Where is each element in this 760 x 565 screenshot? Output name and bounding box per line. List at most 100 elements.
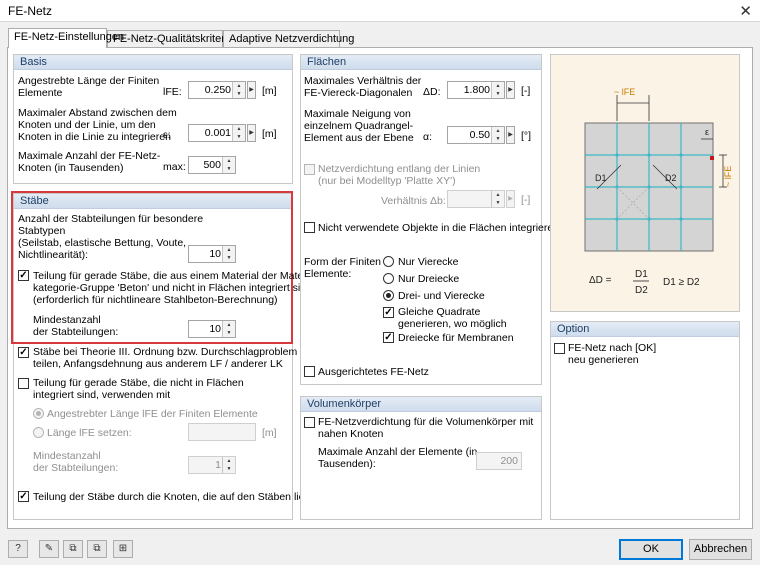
- volumen-max-label: Maximale Anzahl der Elemente (in Tausend…: [318, 446, 478, 470]
- neigung-stepper[interactable]: 0.50 ▲ ▼: [447, 126, 505, 144]
- stepper-arrows-icon[interactable]: ▲ ▼: [232, 125, 245, 141]
- stepper-arrows-icon[interactable]: ▲ ▼: [222, 321, 235, 337]
- netzverdichtung-label: Netzverdichtung entlang der Linien (nur …: [318, 163, 481, 187]
- node-marker: [710, 156, 714, 160]
- basis-length-symbol: lFE:: [163, 86, 182, 98]
- neigung-label: Maximale Neigung von einzelnem Quadrange…: [304, 108, 414, 144]
- radio-angestrebte-laenge[interactable]: [33, 408, 44, 419]
- knoten-teilung-checkbox[interactable]: ✓: [18, 491, 29, 502]
- ausgerichtet-checkbox[interactable]: [304, 366, 315, 377]
- basis-max-nodes-stepper[interactable]: 500 ▲ ▼: [188, 156, 236, 174]
- tab-qualitaetskriterien[interactable]: FE-Netz-Qualitätskriterien: [107, 30, 240, 47]
- copy-icon[interactable]: ⧉: [63, 540, 83, 558]
- radio-drei-und-vierecke[interactable]: [383, 290, 394, 301]
- paste-icon[interactable]: ⧉: [87, 540, 107, 558]
- edit-icon[interactable]: ✎: [39, 540, 59, 558]
- tab-fe-netz-einstellungen[interactable]: FE-Netz-Einstellungen: [8, 28, 124, 48]
- stepper-arrows-icon[interactable]: ▲ ▼: [232, 82, 245, 98]
- drei-und-vierecke-label: Drei- und Vierecke: [398, 290, 485, 302]
- volumen-max-input[interactable]: 200: [476, 452, 522, 470]
- tab-adaptive-netzverdichtung[interactable]: Adaptive Netzverdichtung: [223, 30, 354, 47]
- help-icon[interactable]: ?: [8, 540, 28, 558]
- diagonal-symbol: ΔD:: [423, 86, 441, 98]
- gerade-staebe-checkbox[interactable]: [18, 378, 29, 389]
- basis-distance-symbol: ε:: [163, 129, 171, 141]
- neigung-value: 0.50: [469, 129, 490, 141]
- ausgerichtet-label: Ausgerichtetes FE-Netz: [318, 366, 429, 378]
- laenge-setzen-label: Länge lFE setzen:: [47, 427, 132, 439]
- stepper-arrows-icon[interactable]: ▲ ▼: [222, 157, 235, 173]
- defaults-icon[interactable]: ⊞: [113, 540, 133, 558]
- min-stabteilungen-label: Mindestanzahl der Stabteilungen:: [33, 314, 119, 338]
- radio-nur-dreiecke[interactable]: [383, 273, 394, 284]
- volumen-header: Volumenkörper: [301, 397, 541, 412]
- close-icon[interactable]: ✕: [739, 2, 752, 20]
- basis-distance-label: Maximaler Abstand zwischen dem Knoten un…: [18, 107, 177, 143]
- stepper-arrows-icon[interactable]: ▲ ▼: [222, 457, 235, 473]
- illustration-d2: D2: [665, 173, 677, 183]
- dreiecke-membranen-label: Dreiecke für Membranen: [398, 332, 514, 344]
- volumen-verdichtung-label: FE-Netzverdichtung für die Volumenkörper…: [318, 416, 534, 440]
- illustration-d1: D1: [595, 173, 607, 183]
- diagonal-stepper[interactable]: 1.800 ▲ ▼: [447, 81, 505, 99]
- gerade-staebe-label: Teilung für gerade Stäbe, die nicht in F…: [33, 377, 244, 401]
- regenerate-checkbox[interactable]: [554, 343, 565, 354]
- stepper-arrows-icon[interactable]: ▲ ▼: [491, 191, 504, 207]
- knoten-teilung-label: Teilung der Stäbe durch die Knoten, die …: [33, 491, 322, 503]
- stabteilungen-stepper[interactable]: 10 ▲ ▼: [188, 245, 236, 263]
- stabteilungen-value: 10: [209, 248, 221, 260]
- radio-nur-vierecke[interactable]: [383, 256, 394, 267]
- theorie-label: Stäbe bei Theorie III. Ordnung bzw. Durc…: [33, 346, 298, 370]
- min2-stepper[interactable]: 1 ▲ ▼: [188, 456, 236, 474]
- volumen-verdichtung-checkbox[interactable]: [304, 417, 315, 428]
- neigung-pick-button[interactable]: ▶: [506, 126, 515, 144]
- beton-teilung-checkbox[interactable]: ✓: [18, 270, 29, 281]
- theorie-checkbox[interactable]: ✓: [18, 347, 29, 358]
- unused-objects-label: Nicht verwendete Objekte in die Flächen …: [318, 222, 560, 234]
- unused-objects-checkbox[interactable]: [304, 222, 315, 233]
- basis-distance-stepper[interactable]: 0.001 ▲ ▼: [188, 124, 246, 142]
- cancel-button[interactable]: Abbrechen: [689, 539, 752, 560]
- basis-distance-pick-button[interactable]: ▶: [247, 124, 256, 142]
- basis-max-nodes-label: Maximale Anzahl der FE-Netz- Knoten (in …: [18, 150, 161, 174]
- diagonal-label: Maximales Verhältnis der FE-Viereck-Diag…: [304, 75, 422, 99]
- form-label: Form der Finiten Elemente:: [304, 256, 382, 280]
- basis-length-stepper[interactable]: 0.250 ▲ ▼: [188, 81, 246, 99]
- option-header: Option: [551, 322, 739, 337]
- stepper-arrows-icon[interactable]: ▲ ▼: [491, 127, 504, 143]
- min-stabteilungen-stepper[interactable]: 10 ▲ ▼: [188, 320, 236, 338]
- netzverdichtung-checkbox[interactable]: [304, 164, 315, 175]
- basis-max-nodes-value: 500: [203, 159, 221, 171]
- verhaeltnis-pick-button[interactable]: ▶: [506, 190, 515, 208]
- min-stabteilungen-value: 10: [209, 323, 221, 335]
- stabteilungen-label: Anzahl der Stabteilungen für besondere S…: [18, 213, 204, 261]
- radio-laenge-setzen[interactable]: [33, 427, 44, 438]
- illustration-side-label: ~ lFE: [723, 166, 733, 187]
- verhaeltnis-unit: [-]: [521, 194, 531, 206]
- nur-dreiecke-label: Nur Dreiecke: [398, 273, 460, 285]
- formula-left: ΔD =: [589, 275, 612, 286]
- diagonal-pick-button[interactable]: ▶: [506, 81, 515, 99]
- angestrebte-laenge-label: Angestrebter Länge lFE der Finiten Eleme…: [47, 408, 258, 420]
- flaechen-header: Flächen: [301, 55, 541, 70]
- volumen-max-value: 200: [500, 455, 518, 467]
- formula-den: D2: [635, 285, 648, 296]
- gleiche-quadrate-label: Gleiche Quadrate generieren, wo möglich: [398, 306, 507, 330]
- min2-label: Mindestanzahl der Stabteilungen:: [33, 450, 119, 474]
- basis-distance-unit: [m]: [262, 128, 277, 140]
- stepper-arrows-icon[interactable]: ▲ ▼: [491, 82, 504, 98]
- basis-length-pick-button[interactable]: ▶: [247, 81, 256, 99]
- verhaeltnis-label: Verhältnis Δb:: [381, 195, 446, 207]
- verhaeltnis-stepper[interactable]: ▲ ▼: [447, 190, 505, 208]
- diagonal-value: 1.800: [463, 84, 490, 96]
- ok-button[interactable]: OK: [619, 539, 683, 560]
- dreiecke-membranen-checkbox[interactable]: ✓: [383, 332, 394, 343]
- illustration-epsilon: ε: [705, 127, 709, 137]
- basis-length-unit: [m]: [262, 85, 277, 97]
- formula-num: D1: [635, 269, 648, 280]
- min2-value: 1: [215, 459, 221, 471]
- laenge-setzen-input[interactable]: [188, 423, 256, 441]
- formula-condition: D1 ≥ D2: [663, 277, 700, 288]
- stepper-arrows-icon[interactable]: ▲ ▼: [222, 246, 235, 262]
- gleiche-quadrate-checkbox[interactable]: ✓: [383, 307, 394, 318]
